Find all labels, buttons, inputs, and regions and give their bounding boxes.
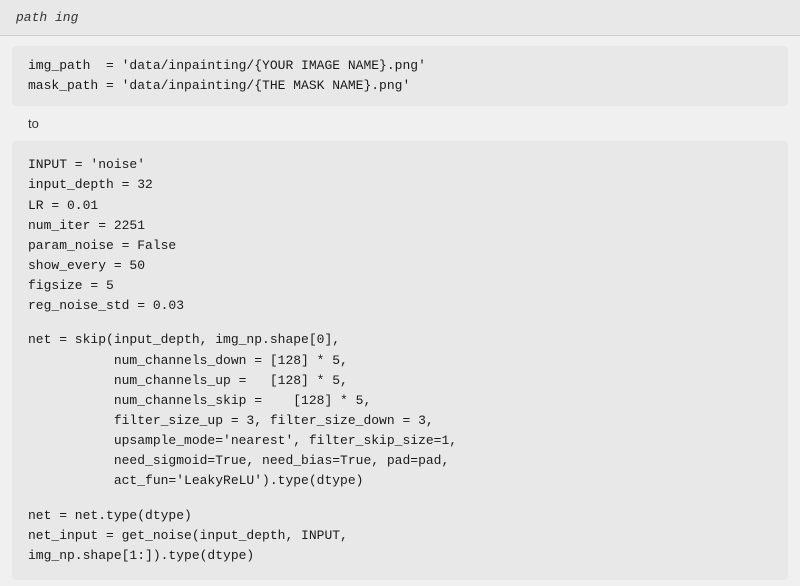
code-line-empty [28, 316, 772, 330]
page-container: path ing img_path = 'data/inpainting/{YO… [0, 0, 800, 586]
code-line: net_input = get_noise(input_depth, INPUT… [28, 526, 772, 546]
code-line: net = skip(input_depth, img_np.shape[0], [28, 330, 772, 350]
code-line: num_iter = 2251 [28, 216, 772, 236]
code-line: input_depth = 32 [28, 175, 772, 195]
code-line: show_every = 50 [28, 256, 772, 276]
code-line: figsize = 5 [28, 276, 772, 296]
to-label: to [0, 106, 800, 141]
code-line: upsample_mode='nearest', filter_skip_siz… [28, 431, 772, 451]
code-block-1: img_path = 'data/inpainting/{YOUR IMAGE … [12, 46, 788, 106]
code-line: need_sigmoid=True, need_bias=True, pad=p… [28, 451, 772, 471]
code-line: LR = 0.01 [28, 196, 772, 216]
code-line: img_path = 'data/inpainting/{YOUR IMAGE … [28, 56, 772, 76]
code-block-2: INPUT = 'noise' input_depth = 32 LR = 0.… [12, 141, 788, 580]
top-bar: path ing [0, 0, 800, 36]
code-line-empty [28, 492, 772, 506]
code-line: reg_noise_std = 0.03 [28, 296, 772, 316]
code-line: num_channels_skip = [128] * 5, [28, 391, 772, 411]
code-line: mask_path = 'data/inpainting/{THE MASK N… [28, 76, 772, 96]
code-line: net = net.type(dtype) [28, 506, 772, 526]
code-line: img_np.shape[1:]).type(dtype) [28, 546, 772, 566]
code-line: num_channels_down = [128] * 5, [28, 351, 772, 371]
top-bar-text: path ing [16, 10, 78, 25]
code-line: filter_size_up = 3, filter_size_down = 3… [28, 411, 772, 431]
code-line: num_channels_up = [128] * 5, [28, 371, 772, 391]
code-line: param_noise = False [28, 236, 772, 256]
code-line: act_fun='LeakyReLU').type(dtype) [28, 471, 772, 491]
code-line: INPUT = 'noise' [28, 155, 772, 175]
